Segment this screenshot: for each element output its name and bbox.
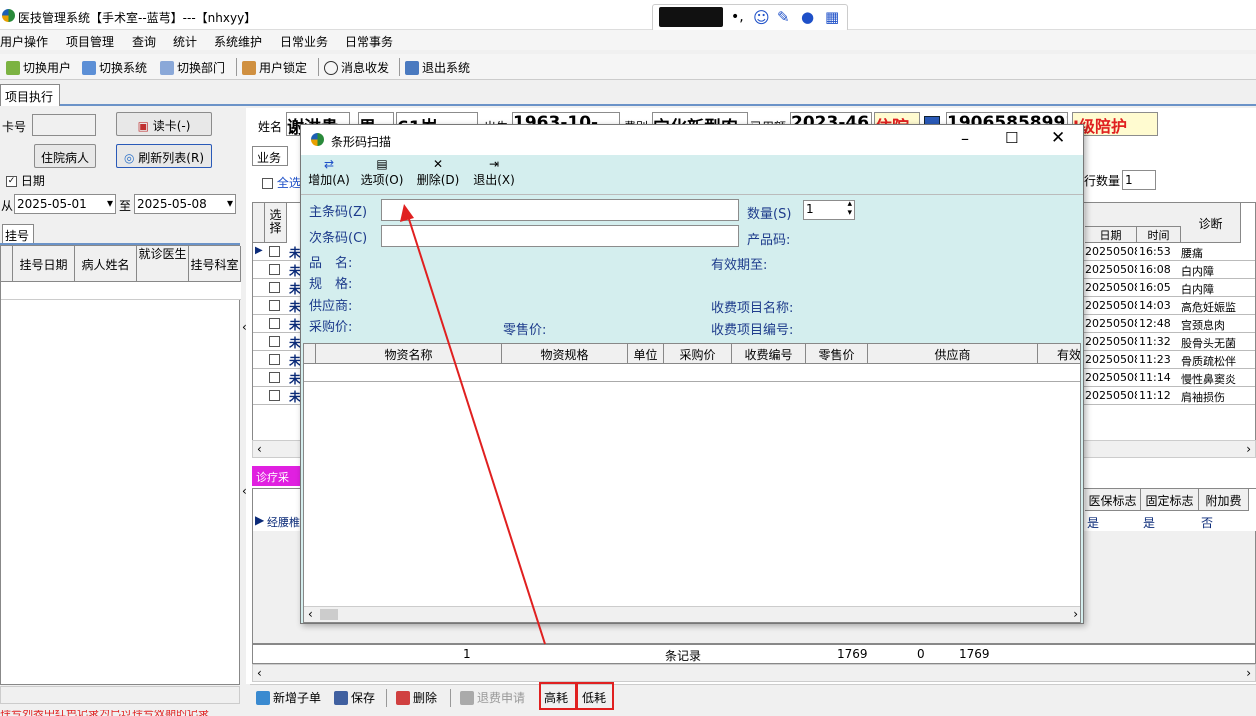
annotation-arrow [400,204,546,645]
